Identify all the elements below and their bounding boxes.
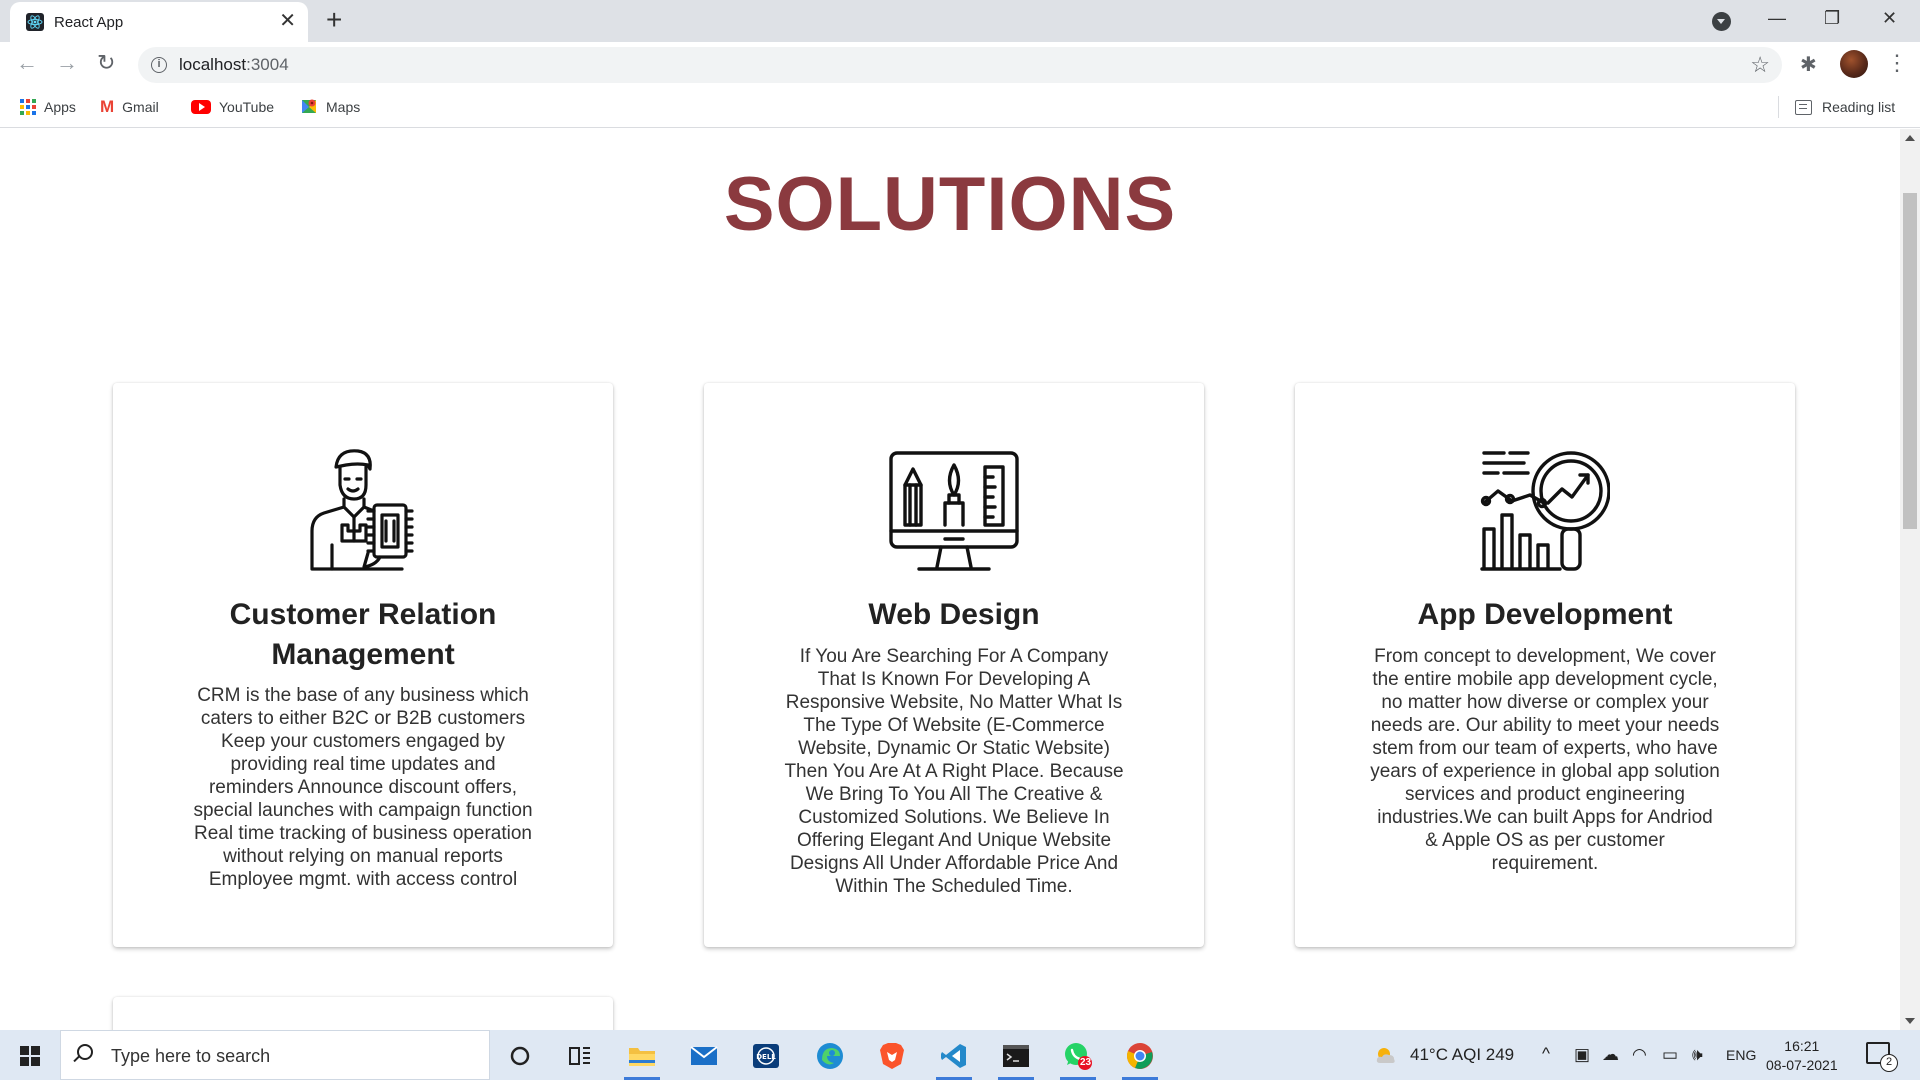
monitor-design-tools-icon [889, 451, 1019, 571]
address-bar[interactable]: i localhost:3004 ☆ [138, 47, 1782, 83]
whatsapp-icon[interactable]: 23 [1058, 1038, 1098, 1080]
show-hidden-icons-icon[interactable]: ^ [1542, 1044, 1550, 1064]
weather-icon[interactable] [1374, 1045, 1398, 1070]
customer-support-icon [310, 449, 414, 571]
task-view-icon[interactable] [560, 1038, 600, 1074]
browser-menu-icon[interactable]: ⋮ [1886, 48, 1908, 78]
card-title: Web Design [868, 598, 1040, 631]
chrome-icon[interactable] [1120, 1038, 1160, 1080]
card-description: If You Are Searching For A Company That … [784, 646, 1124, 897]
maps-icon [300, 97, 318, 118]
tab-search-icon[interactable] [1712, 12, 1731, 31]
page-viewport: SOLUTIONS Customer Relation Management C… [0, 129, 1900, 1030]
brave-icon[interactable] [872, 1038, 912, 1074]
card-title: App Development [1417, 598, 1673, 631]
bookmark-star-icon[interactable]: ☆ [1750, 52, 1770, 78]
card-title: Customer Relation Management [229, 598, 497, 671]
clock-date: 08-07-2021 [1766, 1057, 1838, 1073]
card-description: CRM is the base of any business which ca… [193, 685, 533, 890]
battery-icon[interactable]: ▭ [1662, 1045, 1678, 1065]
bookmark-label: Maps [326, 99, 361, 115]
vscode-icon[interactable] [934, 1038, 974, 1080]
react-favicon-icon [26, 13, 44, 31]
bookmark-apps[interactable]: Apps [20, 96, 76, 118]
language-indicator[interactable]: ENG [1726, 1047, 1756, 1063]
solution-card-app-development: App Development From concept to developm… [1295, 383, 1795, 947]
bookmark-label: YouTube [219, 99, 275, 115]
tab-title: React App [54, 14, 124, 31]
svg-text:DELL: DELL [756, 1053, 776, 1061]
windows-taskbar: Type here to search DELL 23 41°C AQI 249… [0, 1030, 1920, 1080]
back-icon[interactable]: ← [16, 52, 38, 74]
volume-icon[interactable]: 🕪 [1692, 1045, 1703, 1065]
tab-strip: React App ✕ + — ❐ ✕ [0, 0, 1920, 42]
clock-time: 16:21 [1784, 1038, 1820, 1054]
page-scrollbar[interactable] [1900, 129, 1920, 1030]
file-explorer-icon[interactable] [622, 1038, 662, 1080]
wifi-icon[interactable]: ◠ [1632, 1045, 1647, 1065]
taskbar-search-box[interactable]: Type here to search [60, 1030, 490, 1080]
bookmarks-bar: Apps M Gmail YouTube Maps Reading list [0, 88, 1920, 128]
mail-icon[interactable] [684, 1038, 724, 1074]
bookmark-label: Apps [44, 99, 76, 115]
bookmark-youtube[interactable]: YouTube [191, 96, 274, 118]
search-placeholder: Type here to search [111, 1046, 271, 1066]
forward-icon[interactable]: → [56, 52, 78, 74]
analytics-magnifier-icon [1480, 451, 1610, 571]
whatsapp-badge: 23 [1080, 1057, 1092, 1068]
gmail-icon: M [100, 97, 115, 116]
solution-card-web-design: Web Design If You Are Searching For A Co… [704, 383, 1204, 947]
reading-list-icon [1795, 99, 1812, 115]
tab-close-icon[interactable]: ✕ [279, 11, 296, 31]
extensions-puzzle-icon[interactable]: ✱ [1800, 52, 1817, 77]
bookmark-maps[interactable]: Maps [300, 96, 360, 118]
solution-card-partial [113, 997, 613, 1030]
minimize-icon[interactable]: — [1768, 8, 1786, 28]
url-text[interactable]: localhost:3004 [179, 55, 289, 75]
edge-icon[interactable] [810, 1038, 850, 1074]
clock[interactable]: 16:21 08-07-2021 [1766, 1037, 1838, 1075]
bookmark-label: Gmail [122, 99, 159, 115]
youtube-icon [191, 100, 211, 114]
weather-text[interactable]: 41°C AQI 249 [1410, 1045, 1514, 1065]
scroll-up-icon[interactable] [1905, 135, 1915, 141]
onedrive-icon[interactable]: ☁ [1602, 1045, 1619, 1065]
meet-now-icon[interactable]: ▣ [1574, 1045, 1590, 1065]
dell-icon[interactable]: DELL [746, 1038, 786, 1074]
reload-icon[interactable]: ↻ [97, 52, 115, 74]
windows-start-icon[interactable] [20, 1046, 40, 1066]
solution-card-crm: Customer Relation Management CRM is the … [113, 383, 613, 947]
reading-list-button[interactable]: Reading list [1778, 96, 1895, 118]
browser-tab[interactable]: React App ✕ [10, 2, 308, 42]
scroll-thumb[interactable] [1903, 193, 1917, 529]
new-tab-button[interactable]: + [326, 6, 342, 34]
reading-list-label: Reading list [1822, 99, 1896, 115]
scroll-down-icon[interactable] [1905, 1018, 1915, 1024]
close-window-icon[interactable]: ✕ [1882, 8, 1897, 28]
restore-icon[interactable]: ❐ [1824, 8, 1840, 28]
site-info-icon[interactable]: i [151, 57, 167, 73]
page-heading: SOLUTIONS [723, 162, 1177, 247]
terminal-icon[interactable] [996, 1038, 1036, 1080]
profile-avatar[interactable] [1840, 50, 1868, 78]
card-description: From concept to development, We cover th… [1370, 646, 1720, 874]
cortana-icon[interactable] [500, 1038, 540, 1074]
apps-grid-icon [20, 99, 36, 115]
browser-toolbar: ← → ↻ i localhost:3004 ☆ ✱ ⋮ [0, 42, 1920, 88]
bookmark-gmail[interactable]: M Gmail [100, 96, 159, 118]
notification-count: 2 [1880, 1054, 1898, 1072]
search-icon [77, 1044, 93, 1060]
